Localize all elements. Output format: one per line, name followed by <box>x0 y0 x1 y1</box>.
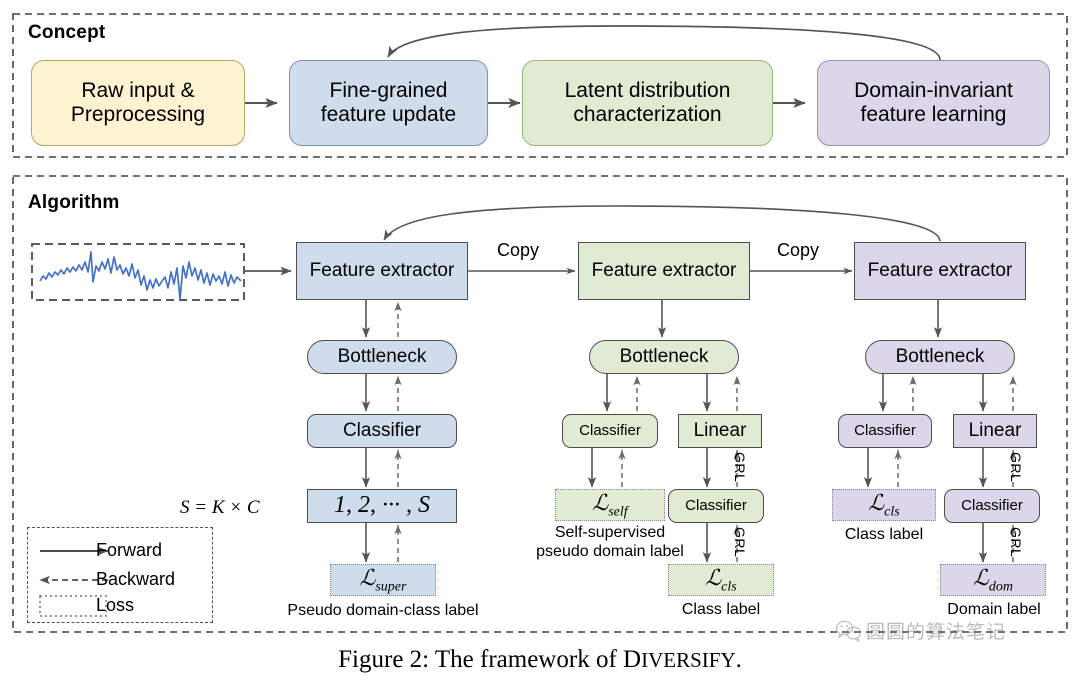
feature-extractor-1: Feature extractor <box>296 242 468 300</box>
input-signal-box <box>32 244 244 300</box>
node-label: Bottleneck <box>337 346 427 368</box>
algorithm-panel-title: Algorithm <box>28 192 120 213</box>
figure-caption-name: DIVERSIFY <box>623 646 736 673</box>
watermark-text: 圆圆的算法笔记 <box>866 621 1007 643</box>
loss-box-super: ℒsuper <box>330 564 436 596</box>
concept-box-latent-distribution-characterization: Latent distribution characterization <box>522 60 773 146</box>
figure-caption-name-rest: IVERSIFY <box>641 648 736 672</box>
node-label: Classifier <box>342 420 422 442</box>
pseudo-label-sequence: 1, 2, ··· , S <box>307 489 457 523</box>
figure-root: Concept Raw input & Preprocessing Fine-gr… <box>0 0 1080 692</box>
loss-label: ℒcls <box>705 564 737 595</box>
classifier-1: Classifier <box>307 414 457 448</box>
loss-box-dom: ℒdom <box>940 564 1046 596</box>
loss-label: ℒdom <box>973 564 1013 595</box>
node-label: Classifier <box>685 497 747 515</box>
loss-box-cls-2: ℒcls <box>668 564 774 596</box>
concept-box-label: Raw input & Preprocessing <box>70 78 206 126</box>
grl-label-2b: GRL <box>732 527 748 558</box>
node-label: Linear <box>693 420 747 442</box>
loss-label: ℒself <box>592 489 628 520</box>
grl-label-3a: GRL <box>1008 452 1024 483</box>
node-label: Bottleneck <box>619 346 709 368</box>
loss-caption-super: Pseudo domain-class label <box>287 602 479 619</box>
concept-box-label: Domain-invariant feature learning <box>854 78 1013 126</box>
concept-box-label: Fine-grained feature update <box>320 78 457 126</box>
legend-label-loss: Loss <box>96 595 135 615</box>
node-label: Feature extractor <box>309 260 455 282</box>
linear-3: Linear <box>953 414 1037 448</box>
grl-label-3b: GRL <box>1008 527 1024 558</box>
edge-label-copy-1: Copy <box>497 240 540 260</box>
edge-label-copy-2: Copy <box>777 240 820 260</box>
node-label: Linear <box>968 420 1022 442</box>
watermark: 圆圆的算法笔记 <box>836 617 1006 644</box>
sequence-label: 1, 2, ··· , S <box>334 492 430 519</box>
loss-box-self: ℒself <box>555 489 665 521</box>
wechat-icon <box>836 620 862 642</box>
legend-label-forward: Forward <box>96 540 163 560</box>
node-label: Classifier <box>579 422 641 440</box>
loss-caption-cls-3: Class label <box>844 526 924 543</box>
loss-caption-self: Self-supervised pseudo domain label <box>536 524 684 560</box>
concept-box-domain-invariant-feature-learning: Domain-invariant feature learning <box>817 60 1050 146</box>
concept-box-fine-grained-feature-update: Fine-grained feature update <box>289 60 488 146</box>
figure-caption-suffix: . <box>735 646 742 673</box>
bottleneck-2: Bottleneck <box>589 340 739 374</box>
grl-label-2a: GRL <box>732 452 748 483</box>
classifier-2-sub: Classifier <box>668 489 764 523</box>
classifier-3-left: Classifier <box>838 414 932 448</box>
loss-label: ℒcls <box>868 489 900 520</box>
node-label: Feature extractor <box>867 260 1013 282</box>
node-label: Classifier <box>854 422 916 440</box>
concept-box-label: Latent distribution characterization <box>564 78 731 126</box>
classifier-2-left: Classifier <box>562 414 658 448</box>
sequence-formula: S = K × C <box>180 497 260 518</box>
concept-box-raw-input-preprocessing: Raw input & Preprocessing <box>31 60 245 146</box>
feature-extractor-3: Feature extractor <box>854 242 1026 300</box>
linear-2: Linear <box>678 414 762 448</box>
classifier-3-sub: Classifier <box>944 489 1040 523</box>
loss-box-cls-3: ℒcls <box>832 489 936 521</box>
loss-caption-cls-2: Class label <box>681 601 761 618</box>
node-label: Bottleneck <box>895 346 985 368</box>
figure-caption-prefix: Figure 2: The framework of <box>338 646 624 673</box>
legend-label-backward: Backward <box>96 569 176 589</box>
node-label: Classifier <box>961 497 1023 515</box>
bottleneck-1: Bottleneck <box>307 340 457 374</box>
figure-caption: Figure 2: The framework of DIVERSIFY. <box>0 646 1080 674</box>
node-label: Feature extractor <box>591 260 737 282</box>
feature-extractor-2: Feature extractor <box>578 242 750 300</box>
concept-panel-title: Concept <box>28 22 106 43</box>
loss-label: ℒsuper <box>359 564 407 595</box>
bottleneck-3: Bottleneck <box>865 340 1015 374</box>
